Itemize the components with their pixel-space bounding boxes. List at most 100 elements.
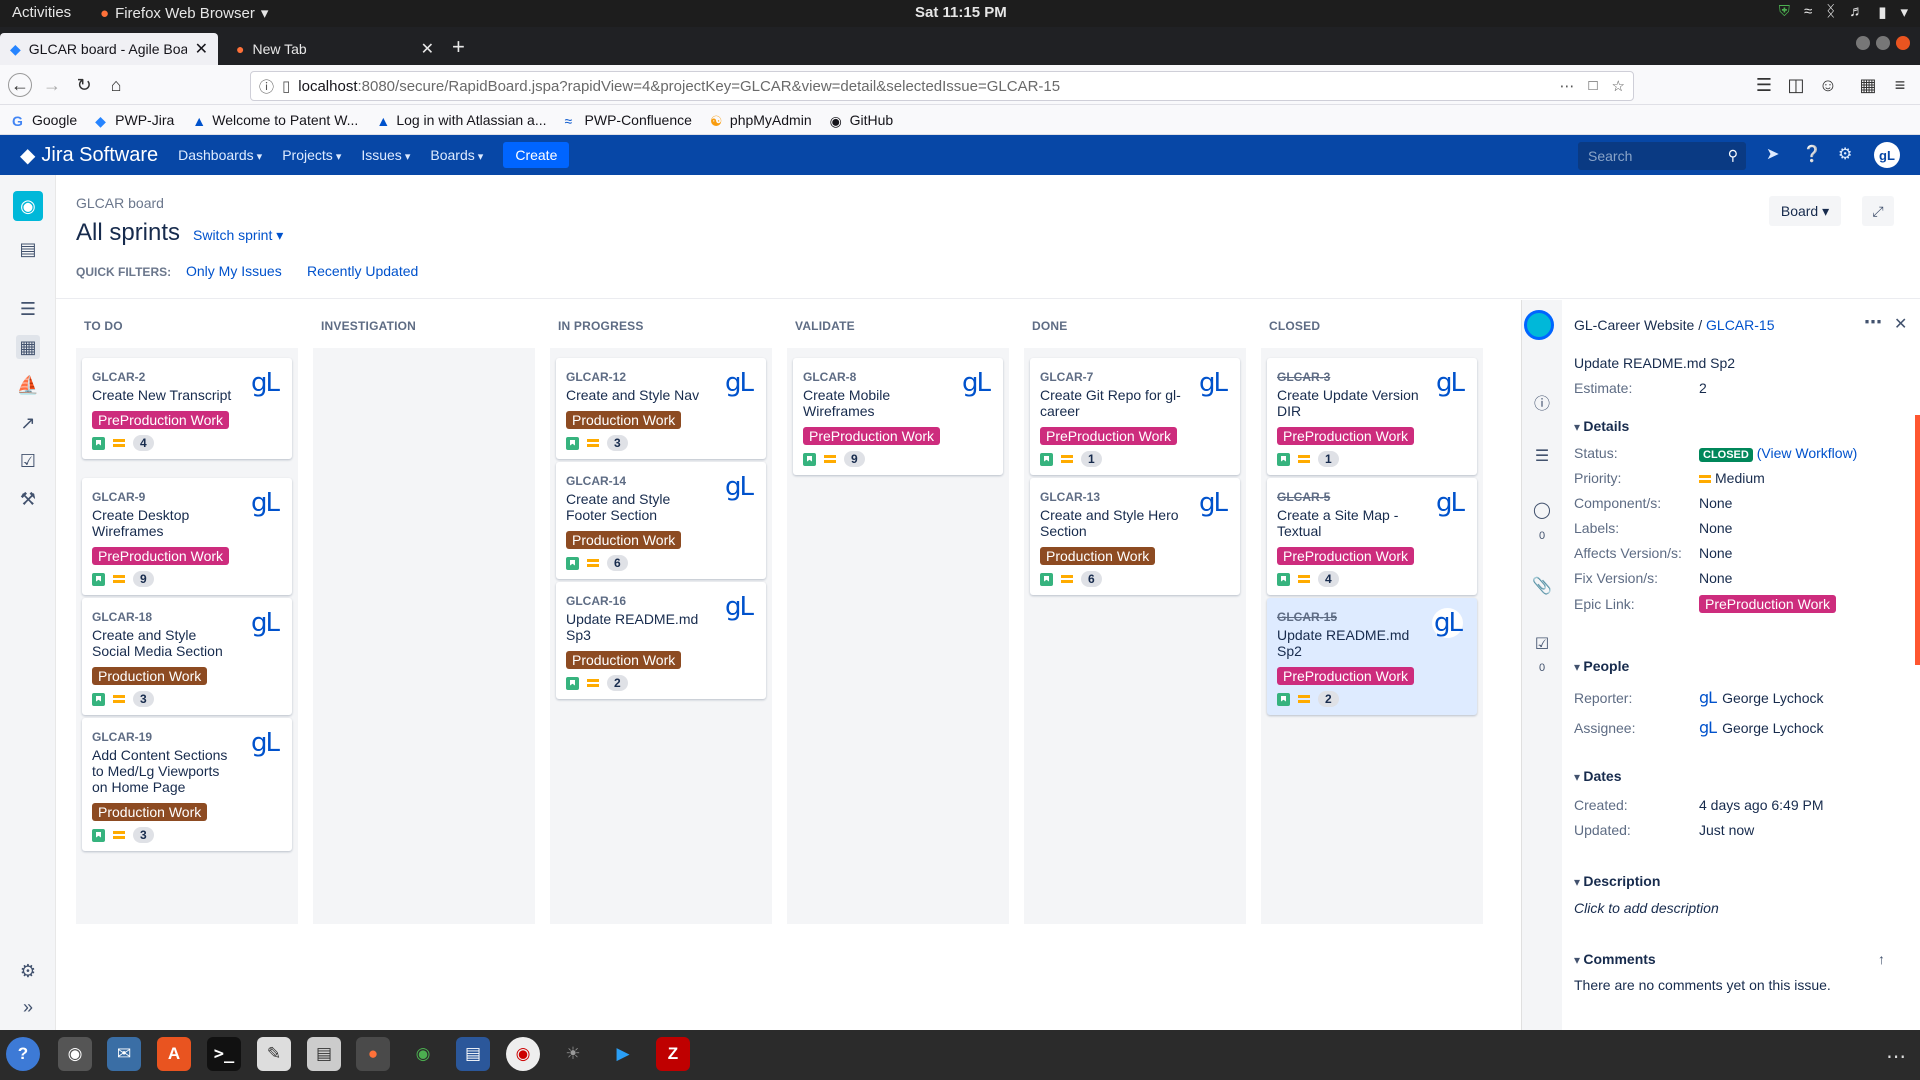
- assignee-avatar[interactable]: gL: [725, 472, 754, 502]
- components-icon[interactable]: ⚒: [16, 487, 40, 511]
- site-info-icon[interactable]: ⓘ: [259, 76, 274, 97]
- issue-card[interactable]: GLCAR-18 Create and Style Social Media Se…: [82, 598, 292, 715]
- issue-card[interactable]: GLCAR-13 Create and Style Hero Section gL P…: [1030, 478, 1240, 595]
- bookmark-atlassian[interactable]: ▲ Log in with Atlassian a...: [376, 112, 546, 129]
- assignee-avatar[interactable]: gL: [725, 368, 754, 398]
- megaphone-icon[interactable]: ➤: [1766, 144, 1779, 164]
- labels-value[interactable]: None: [1699, 520, 1732, 536]
- close-tab-icon[interactable]: ✕: [421, 39, 434, 59]
- assignee-value[interactable]: George Lychock: [1722, 720, 1823, 736]
- nav-issues[interactable]: Issues: [361, 147, 410, 163]
- new-tab-button[interactable]: +: [452, 34, 465, 60]
- reporter-value[interactable]: George Lychock: [1722, 690, 1823, 706]
- issue-summary[interactable]: Update README.md Sp2: [1574, 355, 1735, 371]
- reload-icon[interactable]: ↻: [72, 73, 96, 97]
- attachment-icon[interactable]: 📎: [1532, 576, 1552, 596]
- bookmark-patent[interactable]: ▲ Welcome to Patent W...: [192, 112, 358, 129]
- vscode-icon[interactable]: ▶: [606, 1037, 640, 1071]
- assignee-avatar[interactable]: gL: [962, 368, 991, 398]
- more-actions-icon[interactable]: ⋯: [1864, 312, 1882, 333]
- column-body[interactable]: GLCAR-3 Create Update Version DIR gL PrePro…: [1261, 348, 1483, 924]
- chrome-icon[interactable]: ◉: [406, 1037, 440, 1071]
- bookmark-pwp-jira[interactable]: ◆ PWP-Jira: [95, 112, 174, 129]
- nav-projects[interactable]: Projects: [282, 147, 341, 163]
- assignee-avatar[interactable]: gL: [1432, 608, 1463, 638]
- comment-icon[interactable]: ◯: [1532, 500, 1552, 520]
- extensions-icon[interactable]: ▦: [1856, 73, 1880, 97]
- issue-card[interactable]: GLCAR-19 Add Content Sections to Med/Lg V…: [82, 718, 292, 851]
- fullscreen-button[interactable]: ⤢: [1862, 196, 1894, 226]
- app-menu[interactable]: ● Firefox Web Browser ▾: [100, 4, 268, 23]
- assignee-avatar[interactable]: gL: [251, 608, 280, 638]
- maximize-icon[interactable]: [1876, 36, 1890, 50]
- tab-glcar-board[interactable]: ◆ GLCAR board - Agile Boa ✕: [0, 33, 218, 65]
- firefox-icon[interactable]: ●: [356, 1037, 390, 1071]
- text-editor-icon[interactable]: ✎: [257, 1037, 291, 1071]
- epic-link-badge[interactable]: PreProduction Work: [1699, 595, 1837, 613]
- url-bar[interactable]: ⓘ ▯ localhost:8080/secure/RapidBoard.jsp…: [250, 71, 1634, 101]
- detail-issue-key[interactable]: GLCAR-15: [1706, 317, 1774, 333]
- backlog-list-icon[interactable]: ☰: [16, 297, 40, 321]
- affects-value[interactable]: None: [1699, 545, 1732, 561]
- user-avatar[interactable]: gL: [1874, 142, 1900, 168]
- mail-icon[interactable]: ✉: [107, 1037, 141, 1071]
- assignee-avatar[interactable]: gL: [251, 728, 280, 758]
- forward-icon[interactable]: →: [40, 73, 64, 97]
- issue-card[interactable]: GLCAR-8 Create Mobile Wireframes gL PreProd…: [793, 358, 1003, 475]
- software-center-icon[interactable]: A: [157, 1037, 191, 1071]
- document-icon[interactable]: ▤: [456, 1037, 490, 1071]
- subtasks-icon[interactable]: ☑: [1532, 634, 1552, 654]
- minimize-icon[interactable]: [1856, 36, 1870, 50]
- issue-card[interactable]: GLCAR-5 Create a Site Map - Textual gL PreP…: [1267, 478, 1477, 595]
- disk-utility-icon[interactable]: ◉: [506, 1037, 540, 1071]
- filter-recently-updated[interactable]: Recently Updated: [307, 263, 418, 279]
- column-body[interactable]: GLCAR-12 Create and Style Nav gL Production…: [550, 348, 772, 924]
- board-view-button[interactable]: Board ▾: [1769, 196, 1841, 226]
- bookmark-phpmyadmin[interactable]: ☯ phpMyAdmin: [710, 112, 812, 129]
- components-value[interactable]: None: [1699, 495, 1732, 511]
- bookmark-github[interactable]: ◉ GitHub: [830, 112, 894, 129]
- help-icon[interactable]: ?: [6, 1037, 40, 1071]
- help-icon[interactable]: ❔: [1802, 144, 1822, 164]
- issue-card[interactable]: GLCAR-9 Create Desktop Wireframes gL PrePro…: [82, 478, 292, 595]
- description-icon[interactable]: ☰: [1532, 446, 1552, 466]
- gear-icon[interactable]: ⚙: [1838, 144, 1852, 164]
- issue-card[interactable]: GLCAR-7 Create Git Repo for gl-career gL Pr…: [1030, 358, 1240, 475]
- bookmark-star-icon[interactable]: ☆: [1612, 77, 1625, 95]
- scrollbar[interactable]: [1915, 415, 1920, 665]
- issue-card[interactable]: GLCAR-16 Update README.md Sp3 gL Production…: [556, 582, 766, 699]
- fix-value[interactable]: None: [1699, 570, 1732, 586]
- detail-project-name[interactable]: GL-Career Website: [1574, 317, 1694, 333]
- system-tray[interactable]: ⛨ ≈ ᛝ ♬ ▮ ▾: [1779, 3, 1908, 21]
- section-people[interactable]: People: [1574, 658, 1629, 674]
- home-icon[interactable]: ⌂: [104, 73, 128, 97]
- releases-icon[interactable]: ⛵: [16, 373, 40, 397]
- column-body[interactable]: GLCAR-7 Create Git Repo for gl-career gL Pr…: [1024, 348, 1246, 924]
- issue-card[interactable]: GLCAR-14 Create and Style Footer Section g…: [556, 462, 766, 579]
- assignee-avatar[interactable]: gL: [725, 592, 754, 622]
- tab-new-tab[interactable]: ● New Tab ✕: [226, 33, 444, 65]
- files-icon[interactable]: ▤: [307, 1037, 341, 1071]
- activities-button[interactable]: Activities: [12, 4, 71, 21]
- issue-card[interactable]: GLCAR-3 Create Update Version DIR gL PrePro…: [1267, 358, 1477, 475]
- issues-icon[interactable]: ☑: [16, 449, 40, 473]
- column-body[interactable]: GLCAR-8 Create Mobile Wireframes gL PreProd…: [787, 348, 1009, 924]
- column-body[interactable]: GLCAR-2 Create New Transcript gL PreProduct…: [76, 348, 298, 924]
- filter-only-my-issues[interactable]: Only My Issues: [186, 263, 282, 279]
- estimate-value[interactable]: 2: [1699, 380, 1707, 396]
- info-icon[interactable]: ⓘ: [1532, 390, 1552, 414]
- close-icon[interactable]: ✕: [1894, 314, 1907, 334]
- expand-sidebar-icon[interactable]: »: [16, 995, 40, 1019]
- scroll-up-icon[interactable]: ↑: [1878, 951, 1885, 967]
- reports-icon[interactable]: ↗: [16, 411, 40, 435]
- bookmark-confluence[interactable]: ≈ PWP-Confluence: [565, 112, 692, 129]
- terminal-icon[interactable]: >_: [207, 1037, 241, 1071]
- assignee-avatar[interactable]: gL: [1199, 368, 1228, 398]
- close-window-icon[interactable]: [1896, 36, 1910, 50]
- menu-icon[interactable]: ≡: [1888, 73, 1912, 97]
- page-actions-icon[interactable]: ⋯: [1559, 77, 1574, 95]
- breadcrumb[interactable]: GLCAR board: [76, 195, 164, 211]
- view-workflow-link[interactable]: (View Workflow): [1757, 445, 1858, 461]
- section-details[interactable]: Details: [1574, 418, 1629, 434]
- search-input[interactable]: Search ⚲: [1578, 142, 1746, 170]
